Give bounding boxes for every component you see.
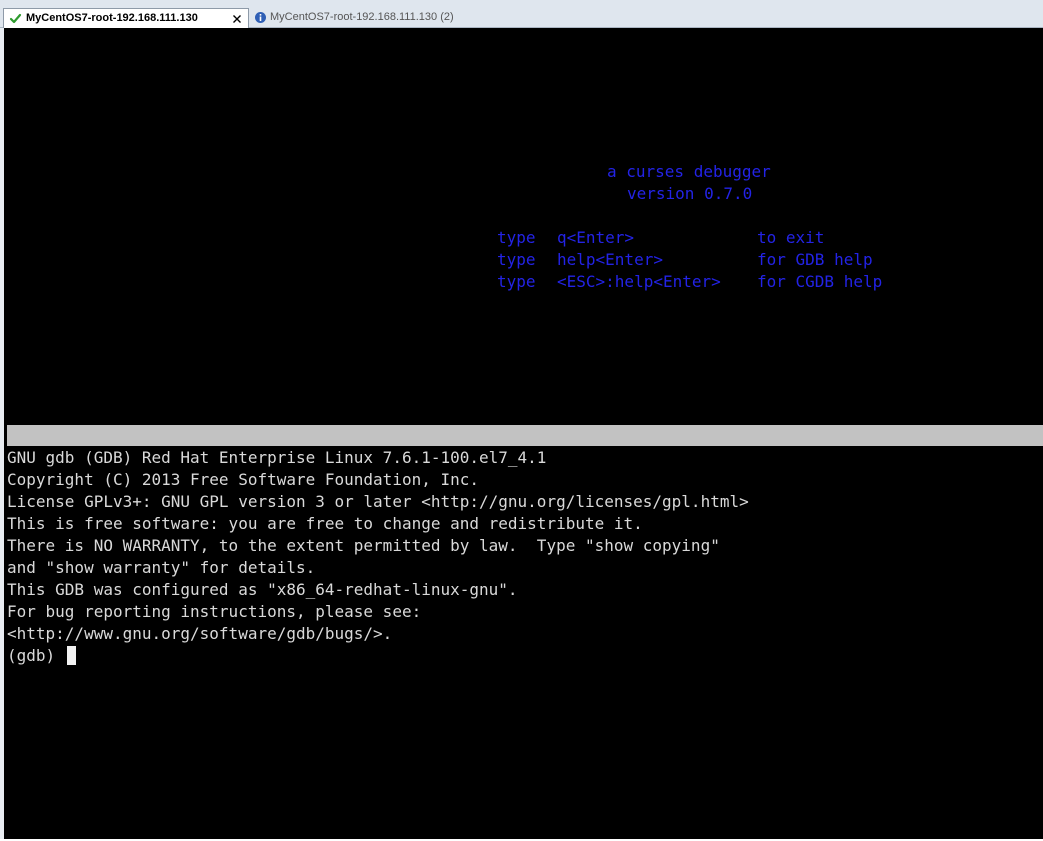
info-icon [255, 12, 266, 23]
help-row-command: <ESC>:help<Enter> [557, 272, 721, 291]
gdb-output-line: For bug reporting instructions, please s… [7, 602, 422, 621]
splash-title: a curses debugger [607, 162, 771, 181]
help-row-type: type [497, 228, 536, 247]
gdb-output-line: This GDB was configured as "x86_64-redha… [7, 580, 518, 599]
gdb-prompt: (gdb) [7, 646, 56, 665]
gdb-output-line: and "show warranty" for details. [7, 558, 316, 577]
text-cursor [66, 646, 76, 665]
gdb-output-line: Copyright (C) 2013 Free Software Foundat… [7, 470, 480, 489]
help-row-desc: to exit [757, 228, 825, 247]
ssh-client-window: MyCentOS7-root-192.168.111.130 MyCentOS7… [0, 0, 1043, 841]
session-tab-bar: MyCentOS7-root-192.168.111.130 MyCentOS7… [0, 0, 1043, 28]
check-icon [9, 13, 22, 24]
gdb-output-line: There is NO WARRANTY, to the extent perm… [7, 536, 720, 555]
help-row-type: type [497, 250, 536, 269]
cgdb-status-bar[interactable] [7, 425, 1043, 446]
terminal-screen[interactable]: a curses debugger version 0.7.0 type q<E… [4, 28, 1043, 839]
help-row-command: q<Enter> [557, 228, 635, 247]
tab-label: MyCentOS7-root-192.168.111.130 [26, 12, 198, 24]
gdb-prompt-line[interactable]: (gdb) [7, 645, 76, 667]
help-row-desc: for CGDB help [757, 272, 883, 291]
close-icon[interactable] [232, 14, 242, 24]
gdb-output-line: <http://www.gnu.org/software/gdb/bugs/>. [7, 624, 393, 643]
gdb-output-line: License GPLv3+: GNU GPL version 3 or lat… [7, 492, 749, 511]
gdb-output-line: GNU gdb (GDB) Red Hat Enterprise Linux 7… [7, 448, 547, 467]
gdb-output-line: This is free software: you are free to c… [7, 514, 643, 533]
tab-session-1[interactable]: MyCentOS7-root-192.168.111.130 [3, 8, 249, 28]
splash-version: version 0.7.0 [627, 184, 753, 203]
help-row-desc: for GDB help [757, 250, 873, 269]
help-row-command: help<Enter> [557, 250, 663, 269]
tab-label: MyCentOS7-root-192.168.111.130 (2) [270, 11, 454, 23]
help-row-type: type [497, 272, 536, 291]
tab-session-2[interactable]: MyCentOS7-root-192.168.111.130 (2) [252, 8, 482, 28]
